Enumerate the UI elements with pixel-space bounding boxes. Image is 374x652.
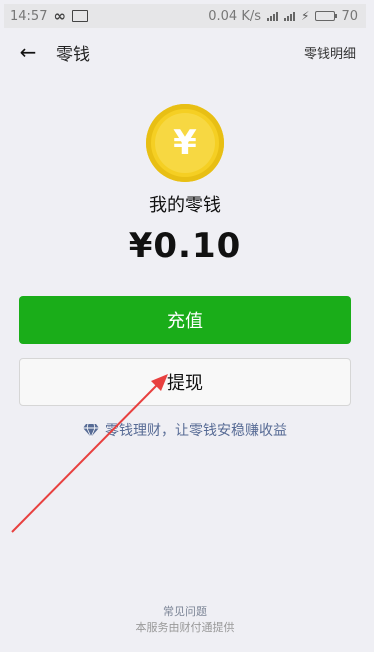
withdraw-button[interactable]: 提现 (19, 358, 351, 406)
withdraw-button-label: 提现 (167, 373, 203, 394)
balance-label: 我的零钱 (149, 195, 221, 216)
coin-symbol: ¥ (173, 123, 197, 163)
battery-level: 70 (341, 8, 358, 24)
recharge-button[interactable]: 充值 (19, 296, 351, 344)
arrow-left-icon[interactable]: ← (18, 40, 38, 64)
coin-inner: ¥ (155, 113, 215, 173)
page-title: 零钱 (56, 44, 90, 65)
faq-link[interactable]: 常见问题 (4, 604, 366, 620)
coin-wrapper: ¥ (4, 104, 366, 182)
signal-icon (267, 11, 279, 21)
promo-text: 零钱理财，让零钱安稳赚收益 (105, 423, 287, 439)
status-right: 0.04 K/s ⚡ 70 (208, 9, 358, 24)
change-details-link[interactable]: 零钱明细 (304, 43, 356, 62)
header-left: ← 零钱 (18, 40, 90, 65)
yuan-coin-icon: ¥ (146, 104, 224, 182)
phone-screen: 14:57 ∞ 0.04 K/s ⚡ 70 ← 零钱 零钱明细 ¥ 我的零钱 ¥… (4, 4, 366, 644)
battery-icon (315, 11, 338, 21)
footer: 常见问题 本服务由财付通提供 (4, 604, 366, 636)
balance-amount: ¥0.10 (128, 226, 242, 266)
status-time: 14:57 (10, 8, 48, 24)
diamond-icon (83, 423, 99, 437)
network-speed: 0.04 K/s (208, 8, 262, 24)
signal-icon-secondary (284, 11, 296, 21)
message-icon (71, 10, 88, 22)
infinity-icon: ∞ (53, 7, 66, 25)
status-left: 14:57 ∞ (10, 7, 88, 25)
recharge-button-label: 充值 (167, 311, 203, 332)
status-bar: 14:57 ∞ 0.04 K/s ⚡ 70 (4, 4, 366, 28)
service-provider-note: 本服务由财付通提供 (135, 621, 235, 634)
page-header: ← 零钱 零钱明细 (4, 28, 366, 76)
charging-icon: ⚡ (301, 9, 310, 23)
wealth-management-link[interactable]: 零钱理财，让零钱安稳赚收益 (4, 420, 366, 440)
